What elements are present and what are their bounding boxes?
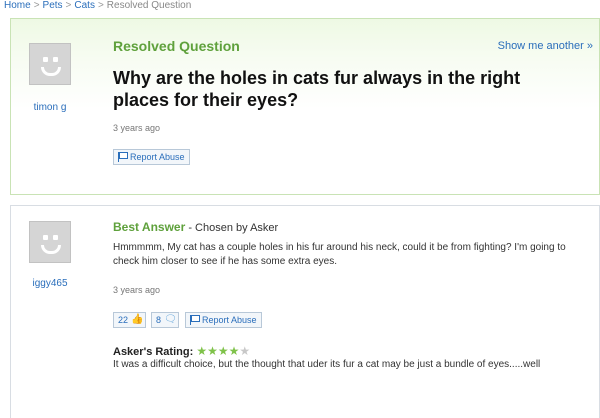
- breadcrumb-separator: >: [65, 0, 72, 11]
- best-answer-header: Best Answer - Chosen by Asker: [113, 220, 278, 234]
- comment-count: 8: [156, 315, 162, 325]
- answerer-username[interactable]: iggy465: [19, 278, 81, 289]
- show-another-link[interactable]: Show me another »: [498, 40, 593, 52]
- star-icon: ★: [196, 344, 208, 358]
- question-title: Why are the holes in cats fur always in …: [113, 68, 521, 110]
- asker-rating: Asker's Rating: ★★★★★: [113, 344, 250, 358]
- comment-button[interactable]: 8 🗨: [151, 312, 180, 328]
- star-icon: ★: [239, 344, 251, 358]
- breadcrumb-home[interactable]: Home: [4, 0, 31, 11]
- asker-username[interactable]: timon g: [19, 102, 81, 113]
- answer-text: Hmmmmm, My cat has a couple holes in his…: [113, 242, 566, 267]
- breadcrumb: Home > Pets > Cats > Resolved Question: [4, 0, 191, 12]
- rating-label: Asker's Rating:: [113, 346, 194, 358]
- best-answer-label: Best Answer: [113, 220, 186, 234]
- rating-stars: ★★★★★: [196, 344, 250, 358]
- answerer-avatar[interactable]: [29, 221, 71, 263]
- report-abuse-button[interactable]: Report Abuse: [113, 149, 190, 165]
- breadcrumb-pets[interactable]: Pets: [43, 0, 63, 11]
- question-panel: timon g Resolved Question Show me anothe…: [10, 18, 600, 195]
- thumbs-up-count: 22: [118, 315, 129, 325]
- breadcrumb-current: Resolved Question: [106, 0, 192, 11]
- flag-icon: [118, 152, 128, 162]
- answer-panel: iggy465 Best Answer - Chosen by Asker Hm…: [10, 205, 600, 418]
- breadcrumb-separator: >: [97, 0, 104, 11]
- rating-comment: It was a difficult choice, but the thoug…: [113, 359, 541, 370]
- thumbs-up-button[interactable]: 22 👍: [113, 312, 147, 328]
- breadcrumb-separator: >: [33, 0, 40, 11]
- asker-avatar[interactable]: [29, 43, 71, 85]
- question-time: 3 years ago: [113, 123, 161, 133]
- flag-icon: [190, 315, 200, 325]
- chosen-by-label: - Chosen by Asker: [188, 222, 279, 234]
- comment-icon: 🗨: [164, 314, 177, 325]
- report-abuse-label: Report Abuse: [130, 152, 185, 162]
- answer-report-abuse-button[interactable]: Report Abuse: [185, 312, 262, 328]
- thumbs-up-icon: 👍: [131, 314, 144, 325]
- star-icon: ★: [217, 344, 229, 358]
- answer-time: 3 years ago: [113, 285, 161, 295]
- breadcrumb-cats[interactable]: Cats: [74, 0, 95, 11]
- report-abuse-label: Report Abuse: [202, 315, 257, 325]
- star-icon: ★: [228, 344, 240, 358]
- star-icon: ★: [207, 344, 218, 358]
- section-title: Resolved Question: [113, 38, 240, 54]
